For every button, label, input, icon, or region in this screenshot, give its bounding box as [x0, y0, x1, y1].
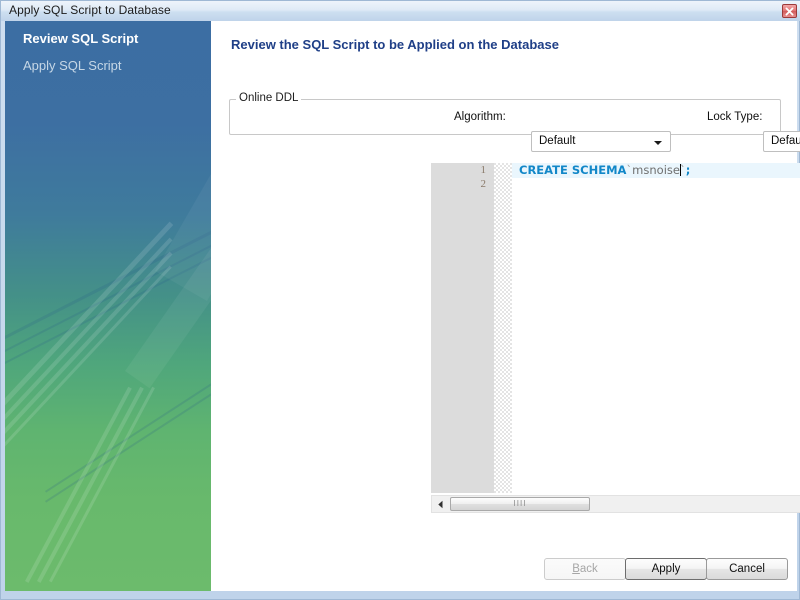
content-panel: Review the SQL Script to be Applied on t…: [211, 21, 800, 591]
sql-keyword: CREATE SCHEMA: [519, 163, 627, 177]
dialog-window: Apply SQL Script to Database Review SQL …: [0, 0, 800, 600]
sql-script-editor[interactable]: 1 2 CREATE SCHEMA`msnoise`; IIII: [431, 163, 800, 513]
cancel-button[interactable]: Cancel: [706, 558, 788, 580]
chevron-down-icon: [654, 141, 662, 145]
decorative-streak: [5, 221, 174, 445]
scrollbar-thumb[interactable]: IIII: [450, 497, 590, 511]
lock-type-select[interactable]: Default: [763, 131, 800, 152]
caret-left-icon[interactable]: [432, 496, 448, 512]
decorative-streak: [5, 265, 172, 488]
back-button-label: ack: [579, 563, 598, 575]
line-number-gutter: 1 2: [431, 163, 494, 493]
decorative-streak: [5, 237, 173, 460]
sidebar-step-apply-sql-script[interactable]: Apply SQL Script: [23, 58, 122, 73]
algorithm-value: Default: [539, 135, 576, 147]
decorative-streak: [49, 386, 155, 583]
code-line: CREATE SCHEMA`msnoise`;: [519, 163, 690, 178]
decorative-streak: [155, 97, 211, 301]
close-icon[interactable]: [782, 4, 797, 18]
wizard-sidebar: Review SQL Script Apply SQL Script: [5, 21, 211, 591]
dialog-body: Review SQL Script Apply SQL Script Revie…: [5, 21, 800, 597]
decorative-streak: [5, 174, 211, 367]
online-ddl-legend: Online DDL: [236, 92, 302, 104]
schema-identifier: msnoise: [632, 163, 680, 177]
decorative-streak: [37, 386, 144, 583]
window-title: Apply SQL Script to Database: [9, 3, 171, 17]
scrollbar-grip: IIII: [513, 499, 527, 508]
decorative-streak: [25, 386, 132, 583]
decorative-streak: [5, 160, 211, 354]
page-title: Review the SQL Script to be Applied on t…: [231, 37, 559, 52]
back-button[interactable]: Back: [544, 558, 626, 580]
line-number: 2: [480, 178, 487, 190]
decorative-streak: [5, 251, 173, 474]
code-surface[interactable]: CREATE SCHEMA`msnoise`;: [512, 163, 800, 493]
title-bar[interactable]: Apply SQL Script to Database: [1, 1, 800, 21]
back-button-mnemonic: B: [572, 563, 580, 575]
lock-type-label: Lock Type:: [707, 111, 763, 123]
lock-type-value: Default: [771, 135, 800, 147]
algorithm-label: Algorithm:: [454, 111, 506, 123]
decorative-streak: [45, 327, 211, 493]
decorative-streak: [125, 158, 211, 389]
statement-terminator: ;: [685, 163, 691, 177]
algorithm-select[interactable]: Default: [531, 131, 671, 152]
editor-horizontal-scrollbar[interactable]: IIII: [431, 495, 800, 513]
sidebar-step-review-sql-script[interactable]: Review SQL Script: [23, 31, 138, 46]
cancel-button-label: Cancel: [729, 563, 765, 575]
line-number: 1: [480, 164, 487, 176]
editor-marker-column[interactable]: [494, 163, 512, 493]
decorative-streak: [45, 337, 211, 503]
apply-button-label: Apply: [651, 563, 681, 575]
decorative-streak: [5, 186, 211, 379]
apply-button[interactable]: Apply: [625, 558, 707, 580]
